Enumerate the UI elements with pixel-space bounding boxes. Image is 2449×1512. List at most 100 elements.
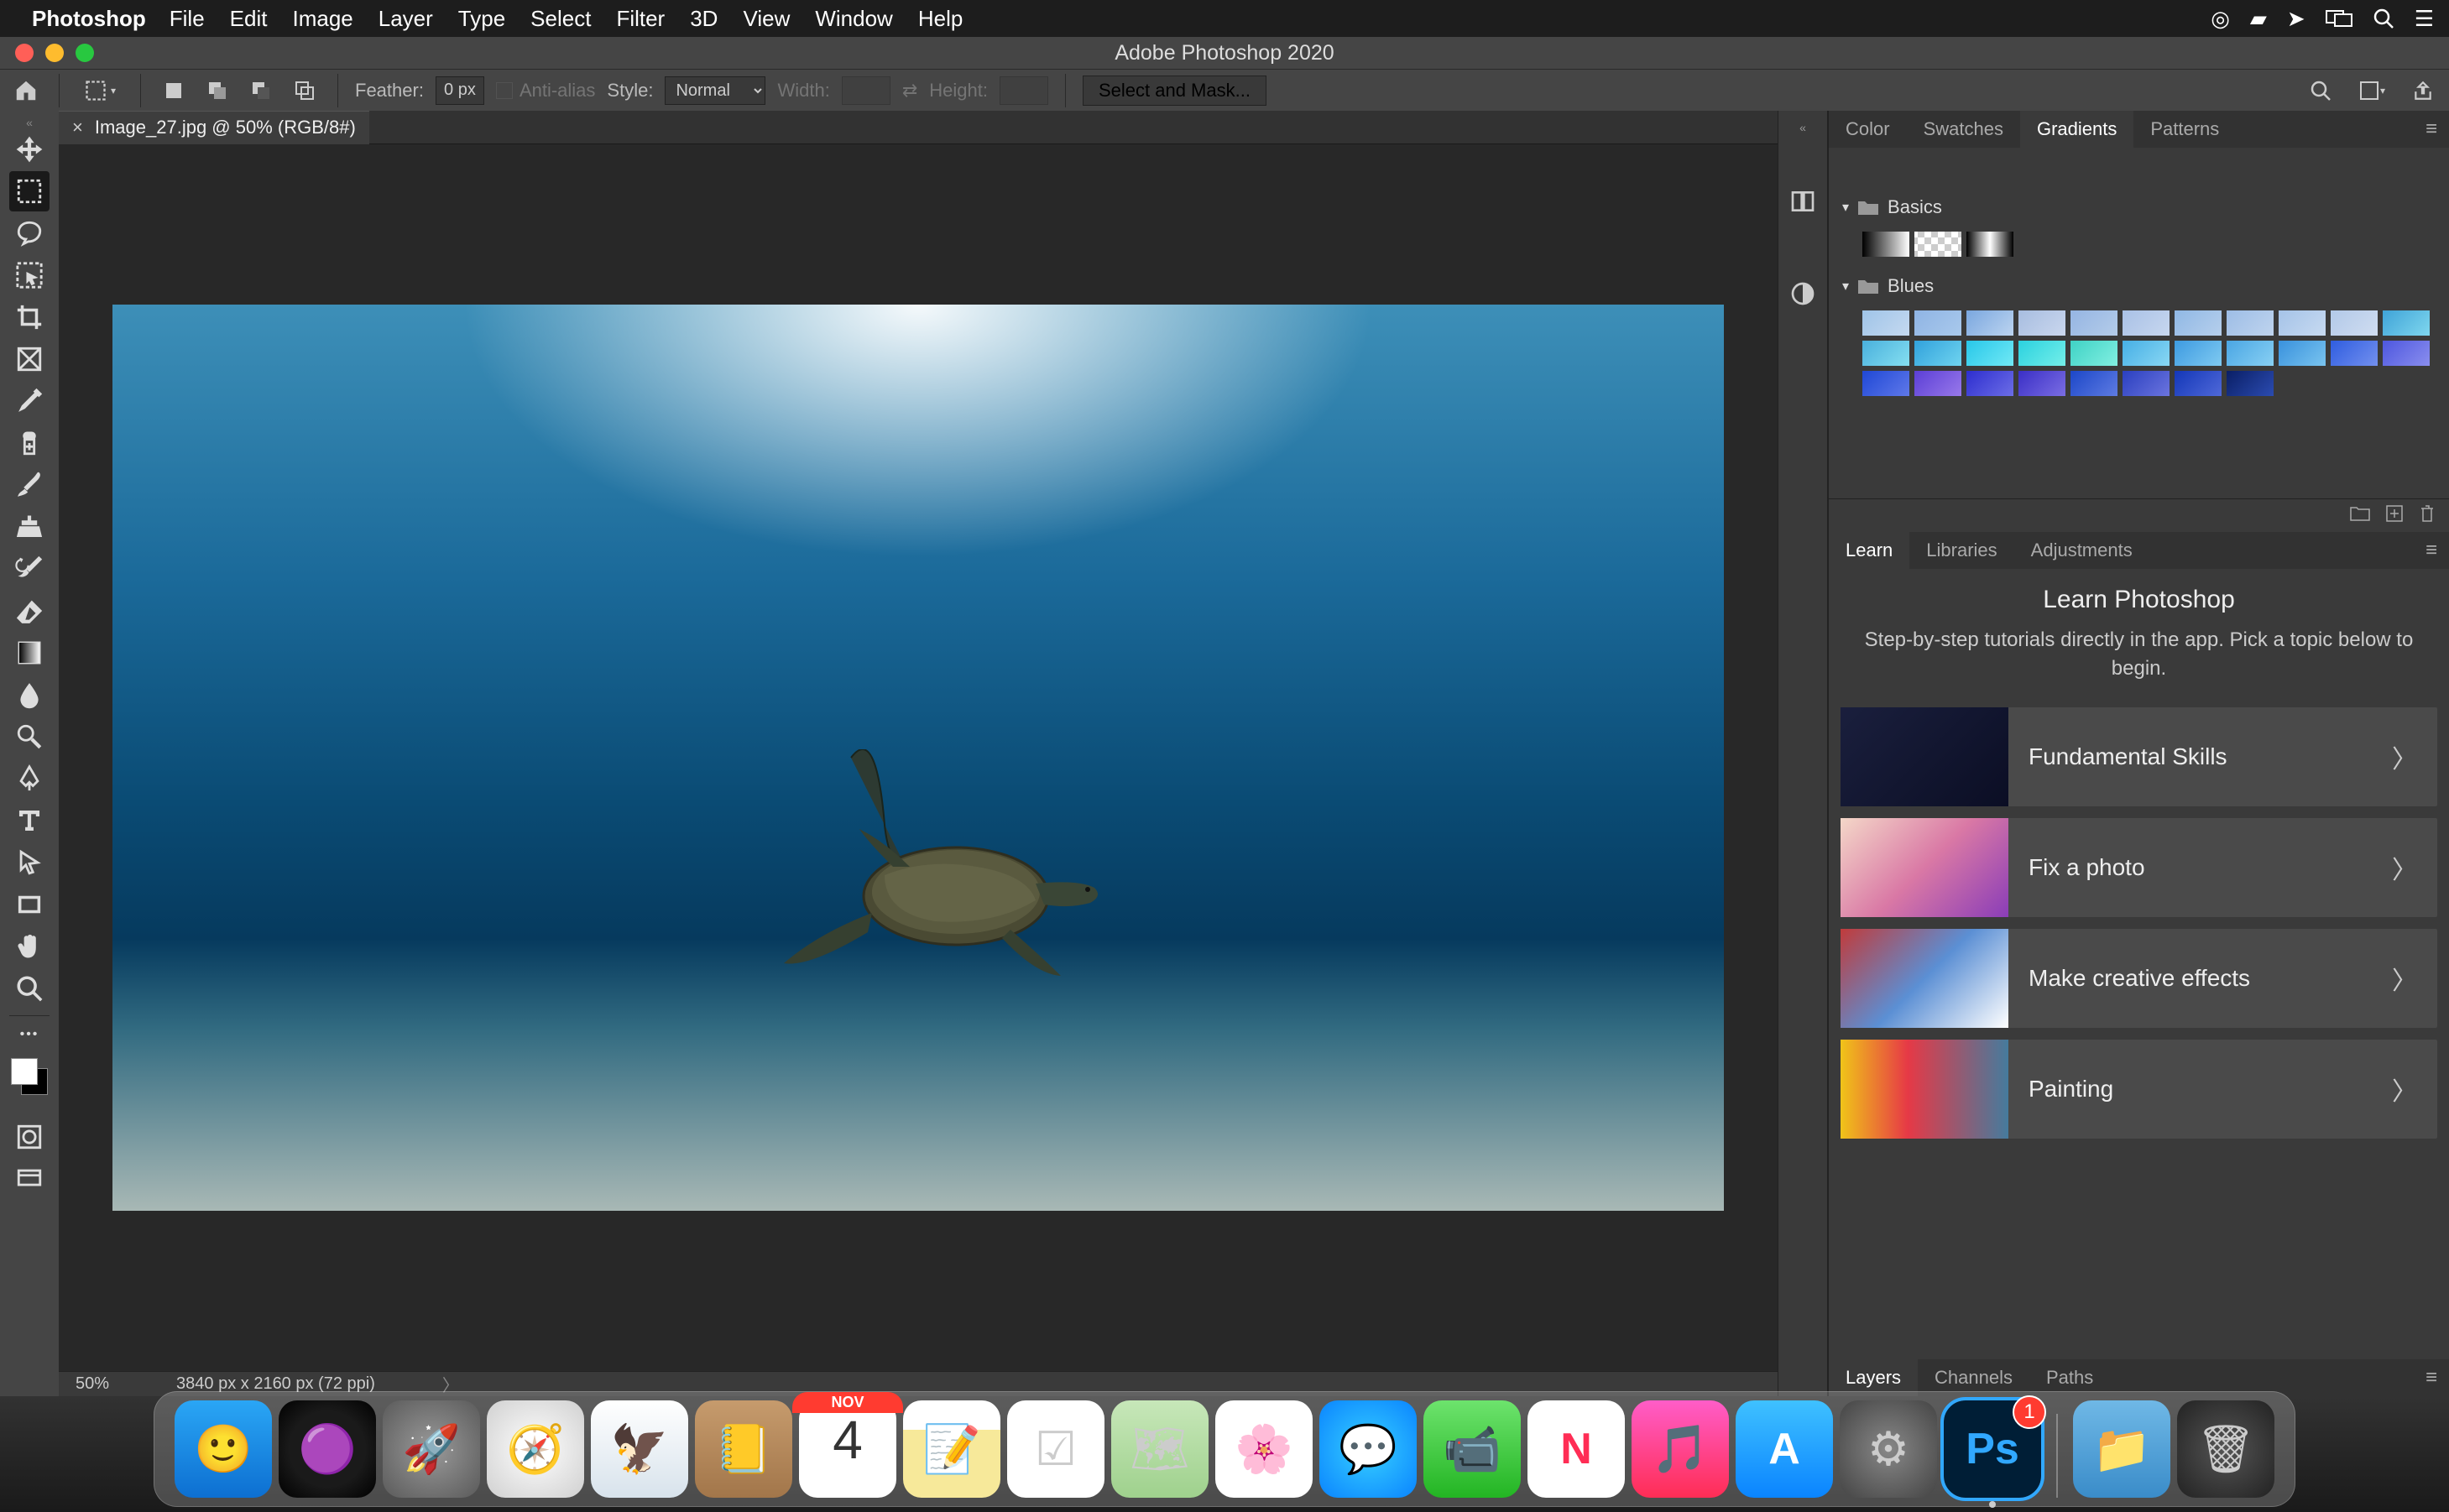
- selection-subtract-icon[interactable]: [245, 75, 277, 107]
- dock-maps[interactable]: 🗺: [1111, 1400, 1209, 1498]
- control-center-icon[interactable]: ☰: [2415, 6, 2434, 32]
- disclosure-arrow-icon[interactable]: ▾: [1842, 199, 1849, 216]
- canvas-viewport[interactable]: [59, 144, 1778, 1371]
- dock-finder[interactable]: 🙂: [175, 1400, 272, 1498]
- tab-color[interactable]: Color: [1829, 111, 1907, 148]
- gradient-swatch[interactable]: [2175, 371, 2222, 396]
- gradient-swatch[interactable]: [1862, 371, 1909, 396]
- gradient-swatch[interactable]: [1966, 371, 2013, 396]
- disclosure-arrow-icon[interactable]: ▾: [1842, 278, 1849, 295]
- gradient-swatch[interactable]: [1914, 371, 1961, 396]
- tab-patterns[interactable]: Patterns: [2133, 111, 2236, 148]
- window-maximize-button[interactable]: [76, 44, 94, 62]
- gradient-swatch[interactable]: [2279, 310, 2326, 336]
- menu-help[interactable]: Help: [918, 6, 963, 32]
- menu-file[interactable]: File: [170, 6, 205, 32]
- menu-layer[interactable]: Layer: [379, 6, 433, 32]
- dock-messages[interactable]: 💬: [1319, 1400, 1417, 1498]
- gradient-swatch[interactable]: [2123, 341, 2170, 366]
- gradient-swatch[interactable]: [1966, 341, 2013, 366]
- eraser-tool[interactable]: [9, 591, 50, 631]
- dock-facetime[interactable]: 📹: [1423, 1400, 1521, 1498]
- select-and-mask-button[interactable]: Select and Mask...: [1083, 76, 1266, 106]
- spotlight-alt-icon[interactable]: ➤: [2287, 6, 2305, 32]
- window-close-button[interactable]: [15, 44, 34, 62]
- selection-intersect-icon[interactable]: [289, 75, 321, 107]
- feather-input[interactable]: [436, 76, 484, 105]
- gradient-tool[interactable]: [9, 633, 50, 673]
- gradient-swatch[interactable]: [2175, 341, 2222, 366]
- dock-mail[interactable]: 🦅: [591, 1400, 688, 1498]
- workspace-switcher-icon[interactable]: ▾: [2348, 75, 2395, 107]
- frame-tool[interactable]: [9, 339, 50, 379]
- close-tab-icon[interactable]: ×: [72, 117, 83, 138]
- edit-toolbar-button[interactable]: •••: [9, 1023, 50, 1046]
- learn-item[interactable]: Painting 〉: [1841, 1040, 2437, 1139]
- gradient-swatch[interactable]: [2331, 341, 2378, 366]
- gradient-folder-blues[interactable]: ▾ Blues: [1842, 267, 2436, 305]
- menu-filter[interactable]: Filter: [616, 6, 665, 32]
- type-tool[interactable]: [9, 800, 50, 841]
- gradient-swatch[interactable]: [1914, 341, 1961, 366]
- zoom-level[interactable]: 50%: [76, 1374, 109, 1394]
- panel-menu-icon[interactable]: ≡: [2414, 117, 2449, 141]
- delete-icon[interactable]: [2419, 504, 2436, 527]
- blur-tool[interactable]: [9, 675, 50, 715]
- gradient-swatch[interactable]: [1862, 341, 1909, 366]
- panel-menu-icon[interactable]: ≡: [2414, 539, 2449, 562]
- gradient-swatch[interactable]: [2070, 310, 2117, 336]
- learn-item[interactable]: Fundamental Skills 〉: [1841, 707, 2437, 806]
- gradient-swatch[interactable]: [2227, 310, 2274, 336]
- gradient-swatch[interactable]: [1966, 232, 2013, 257]
- selection-new-icon[interactable]: [158, 75, 190, 107]
- dock-news[interactable]: N: [1527, 1400, 1625, 1498]
- menu-view[interactable]: View: [743, 6, 790, 32]
- gradient-swatch[interactable]: [2123, 310, 2170, 336]
- dock-appstore[interactable]: A: [1736, 1400, 1833, 1498]
- quick-mask-button[interactable]: [9, 1117, 50, 1157]
- dock-settings[interactable]: ⚙: [1840, 1400, 1937, 1498]
- move-tool[interactable]: [9, 129, 50, 169]
- expand-panels-handle[interactable]: «: [1799, 121, 1806, 134]
- dock-music[interactable]: 🎵: [1632, 1400, 1729, 1498]
- gradient-swatch[interactable]: [1914, 232, 1961, 257]
- screen-mode-button[interactable]: [9, 1159, 50, 1199]
- brush-tool[interactable]: [9, 465, 50, 505]
- tab-swatches[interactable]: Swatches: [1907, 111, 2020, 148]
- tab-libraries[interactable]: Libraries: [1909, 532, 2013, 569]
- menu-type[interactable]: Type: [458, 6, 505, 32]
- dock-photoshop[interactable]: Ps1: [1944, 1400, 2041, 1498]
- dock-trash[interactable]: 🗑: [2177, 1400, 2274, 1498]
- dock-safari[interactable]: 🧭: [487, 1400, 584, 1498]
- gradient-swatch[interactable]: [2123, 371, 2170, 396]
- gradient-swatch[interactable]: [2070, 341, 2117, 366]
- tool-preset-picker[interactable]: ▾: [76, 75, 123, 107]
- eyedropper-tool[interactable]: [9, 381, 50, 421]
- learn-item[interactable]: Fix a photo 〉: [1841, 818, 2437, 917]
- dock-reminders[interactable]: ☑: [1007, 1400, 1104, 1498]
- rectangular-marquee-tool[interactable]: [9, 171, 50, 211]
- clone-stamp-tool[interactable]: [9, 507, 50, 547]
- dock-launchpad[interactable]: 🚀: [383, 1400, 480, 1498]
- menu-edit[interactable]: Edit: [230, 6, 268, 32]
- color-swatches[interactable]: [9, 1056, 50, 1097]
- gradient-folder-basics[interactable]: ▾ Basics: [1842, 188, 2436, 227]
- gradient-swatch[interactable]: [2383, 341, 2430, 366]
- foreground-color-swatch[interactable]: [11, 1058, 38, 1085]
- selection-add-icon[interactable]: [201, 75, 233, 107]
- menu-3d[interactable]: 3D: [690, 6, 718, 32]
- tab-learn[interactable]: Learn: [1829, 532, 1909, 569]
- gradient-swatch[interactable]: [2383, 310, 2430, 336]
- menu-select[interactable]: Select: [530, 6, 591, 32]
- document-tab[interactable]: × Image_27.jpg @ 50% (RGB/8#): [59, 111, 369, 144]
- spotlight-icon[interactable]: [2373, 8, 2394, 29]
- menu-image[interactable]: Image: [292, 6, 352, 32]
- gradient-swatch[interactable]: [2070, 371, 2117, 396]
- spot-healing-tool[interactable]: [9, 423, 50, 463]
- dock-downloads[interactable]: 📁: [2073, 1400, 2170, 1498]
- hand-tool[interactable]: [9, 926, 50, 967]
- panel-menu-icon[interactable]: ≡: [2414, 1366, 2449, 1389]
- zoom-tool[interactable]: [9, 968, 50, 1009]
- gradient-swatch[interactable]: [2227, 371, 2274, 396]
- gradient-swatch[interactable]: [2227, 341, 2274, 366]
